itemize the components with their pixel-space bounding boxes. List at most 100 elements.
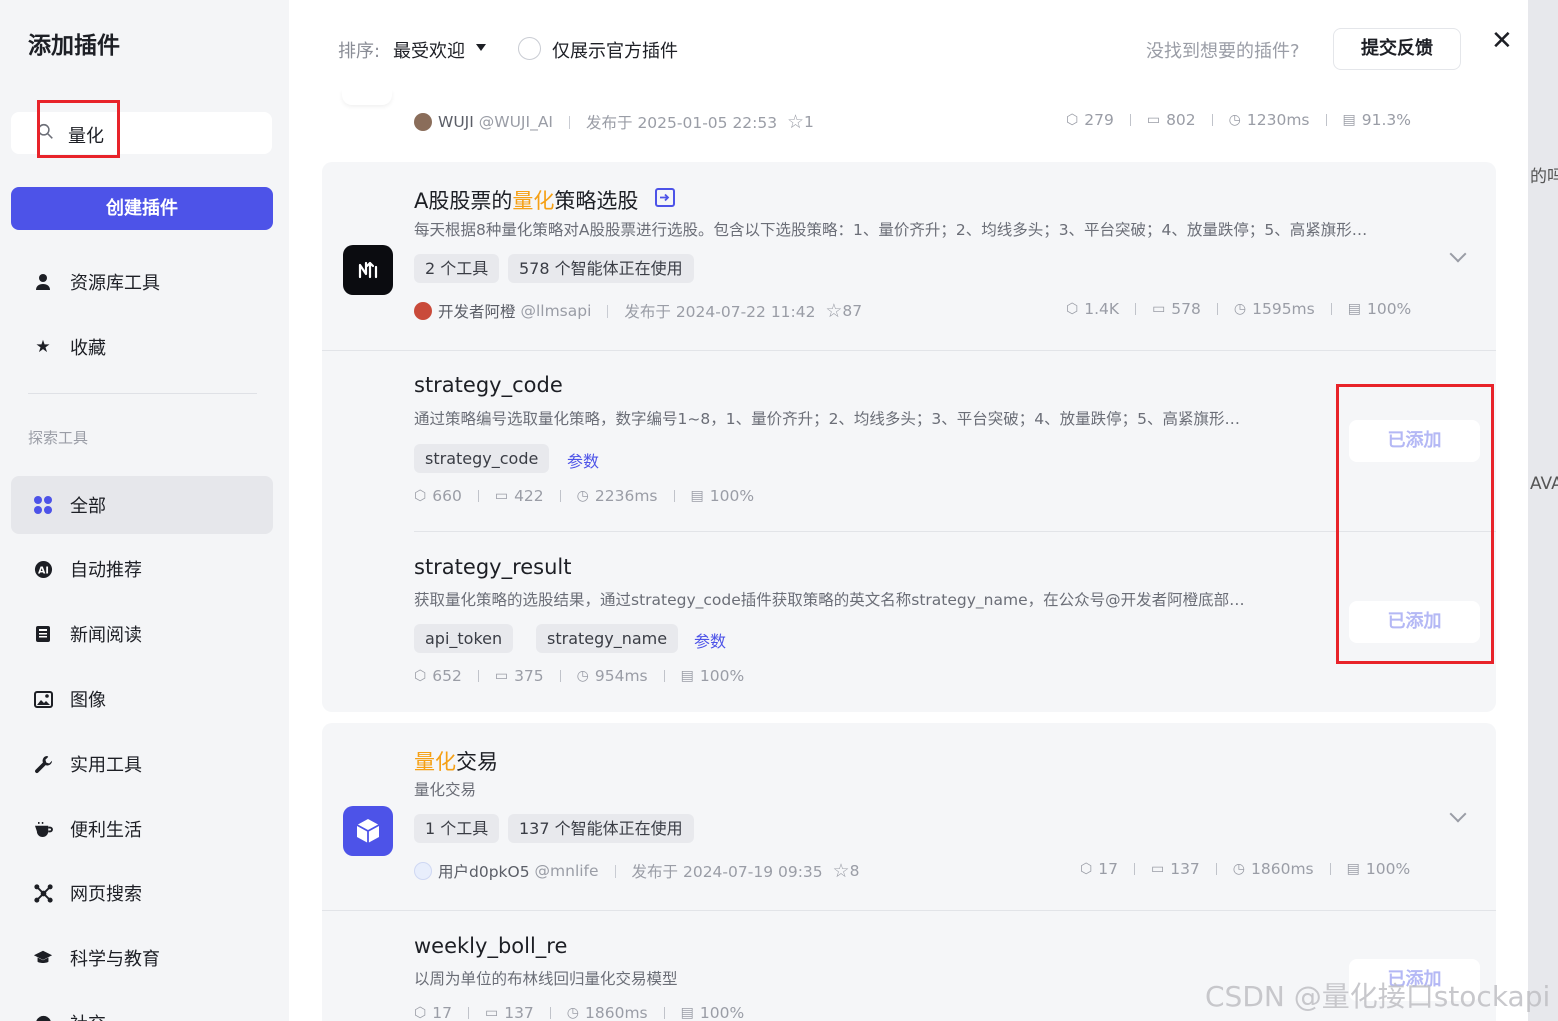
- bot-icon: ▭: [1146, 112, 1161, 128]
- author-name: 用户d0pkO5: [438, 863, 530, 881]
- divider: [414, 531, 1496, 532]
- clock-icon: ◷: [1233, 301, 1247, 317]
- sidebar-item-label: 网页搜索: [70, 884, 142, 905]
- star-icon[interactable]: ☆: [833, 860, 850, 882]
- usage-count-chip: 578 个智能体正在使用: [508, 254, 694, 283]
- clock-icon: ◷: [1232, 861, 1246, 877]
- official-only-radio[interactable]: [518, 37, 541, 60]
- stat-value: 279: [1084, 111, 1114, 129]
- sidebar-item-auto-recommend[interactable]: AI 自动推荐: [11, 540, 273, 598]
- publish-date: 发布于 2024-07-22 11:42: [624, 303, 816, 321]
- stat-value: 422: [514, 487, 544, 505]
- bot-icon: ▭: [494, 668, 509, 684]
- plugin-description: 每天根据8种量化策略对A股股票进行选股。包含以下选股策略：1、量价齐升；2、均线…: [414, 221, 1368, 239]
- sidebar-item-science-education[interactable]: 科学与教育: [11, 929, 273, 987]
- image-icon: [33, 689, 53, 709]
- sort-dropdown[interactable]: 最受欢迎: [393, 37, 465, 63]
- plugin-meta: 用户d0pkO5 @mnlife 发布于 2024-07-19 09:35 ☆ 8: [414, 860, 859, 882]
- close-icon[interactable]: ✕: [1491, 28, 1513, 54]
- divider: [322, 350, 1496, 351]
- sidebar-item-label: 图像: [70, 690, 106, 711]
- sidebar-item-image[interactable]: 图像: [11, 670, 273, 728]
- stat-value: 100%: [699, 667, 745, 685]
- sidebar-item-lifestyle[interactable]: 便利生活: [11, 800, 273, 858]
- success-rate-icon: ▤: [1346, 861, 1360, 877]
- success-rate-icon: ▤: [1347, 301, 1361, 317]
- network-icon: [33, 883, 53, 903]
- stat-value: 100%: [699, 1004, 745, 1021]
- background-text: AVA: [1530, 474, 1558, 494]
- added-button[interactable]: 已添加: [1349, 420, 1480, 462]
- stat-value: 1.4K: [1084, 300, 1120, 318]
- success-rate-icon: ▤: [690, 488, 704, 504]
- tool-stats: ⬡ 652 ▭ 375 ◷ 954ms ▤ 100%: [414, 667, 744, 685]
- clock-icon: ◷: [576, 488, 589, 504]
- wrench-icon: [33, 754, 53, 774]
- submit-feedback-button[interactable]: 提交反馈: [1333, 28, 1461, 70]
- grid-icon: [33, 495, 53, 515]
- stat-value: 802: [1166, 111, 1196, 129]
- plugin-logo: [343, 806, 393, 856]
- plugin-stats: ⬡ 17 ▭ 137 ◷ 1860ms ▤ 100%: [1080, 860, 1410, 878]
- cup-icon: [33, 819, 53, 839]
- stat-value: 100%: [1365, 860, 1411, 878]
- usage-count-chip: 137 个智能体正在使用: [508, 814, 694, 843]
- stat-value: 100%: [709, 487, 755, 505]
- success-rate-icon: ▤: [680, 668, 694, 684]
- bot-icon: ▭: [1152, 301, 1166, 317]
- plugin-title[interactable]: 量化交易: [414, 746, 498, 776]
- search-icon: [37, 123, 53, 139]
- sidebar-item-label: 资源库工具: [70, 273, 160, 294]
- stat-value: 652: [432, 667, 462, 685]
- sidebar-item-social[interactable]: 社交: [11, 994, 273, 1021]
- tool-description: 以周为单位的布林线回归量化交易模型: [414, 970, 678, 988]
- bot-icon: ▭: [484, 1005, 499, 1021]
- tool-description: 通过策略编号选取量化策略，数字编号1~8，1、量价齐升；2、均线多头；3、平台突…: [414, 410, 1241, 428]
- stat-value: 1860ms: [585, 1004, 648, 1021]
- star-icon[interactable]: ☆: [787, 111, 804, 133]
- open-link-icon[interactable]: [655, 188, 675, 207]
- sidebar-item-utilities[interactable]: 实用工具: [11, 735, 273, 793]
- plugin-logo: [343, 245, 393, 295]
- watermark-text: CSDN @量化接口stockapi: [1205, 980, 1551, 1013]
- clock-icon: ◷: [1228, 112, 1241, 128]
- star-icon[interactable]: ☆: [825, 300, 842, 322]
- sidebar-item-favorites[interactable]: ★ 收藏: [11, 318, 273, 376]
- star-count: 8: [849, 862, 860, 880]
- cube-icon: ⬡: [414, 488, 427, 504]
- tool-stats: ⬡ 660 ▭ 422 ◷ 2236ms ▤ 100%: [414, 487, 754, 505]
- stat-value: 17: [432, 1004, 452, 1021]
- stat-value: 578: [1171, 300, 1201, 318]
- official-only-label[interactable]: 仅展示官方插件: [552, 37, 678, 63]
- plugin-list-panel: WUJI @WUJI_AI 发布于 2025-01-05 22:53 ☆ 1 ⬡ 2…: [289, 0, 1528, 1021]
- plugin-meta: 开发者阿橙 @llmsapi 发布于 2024-07-22 11:42 ☆ 87: [414, 300, 862, 322]
- background-app-strip: [1528, 0, 1558, 1021]
- clock-icon: ◷: [566, 1005, 580, 1021]
- params-link[interactable]: 参数: [567, 448, 599, 472]
- title-text: A股股票的: [414, 189, 513, 213]
- sidebar-item-label: 全部: [70, 496, 106, 517]
- plugin-stats: ⬡ 279 ▭ 802 ◷ 1230ms ▤ 91.3%: [1066, 111, 1411, 129]
- dialog-title: 添加插件: [28, 33, 120, 59]
- chat-icon: [33, 1013, 53, 1021]
- sidebar-item-all[interactable]: 全部: [11, 476, 273, 534]
- stat-value: 100%: [1366, 300, 1412, 318]
- search-input[interactable]: 量化: [11, 112, 272, 154]
- added-button[interactable]: 已添加: [1349, 601, 1480, 643]
- create-plugin-button[interactable]: 创建插件: [11, 187, 273, 230]
- cube-logo-icon: [356, 819, 380, 843]
- bot-icon: ▭: [494, 488, 509, 504]
- sidebar-item-resource-tools[interactable]: 资源库工具: [11, 253, 273, 311]
- success-rate-icon: ▤: [680, 1005, 694, 1021]
- plugin-title[interactable]: A股股票的量化策略选股: [414, 185, 638, 215]
- search-value: 量化: [68, 126, 104, 147]
- stat-value: 137: [504, 1004, 534, 1021]
- sidebar-item-web-search[interactable]: 网页搜索: [11, 864, 273, 922]
- sidebar-item-news[interactable]: 新闻阅读: [11, 605, 273, 663]
- caret-down-icon[interactable]: [476, 44, 486, 51]
- newspaper-icon: [33, 624, 53, 644]
- tool-name: strategy_code: [414, 373, 563, 397]
- stat-value: 17: [1098, 860, 1118, 878]
- params-link[interactable]: 参数: [694, 628, 726, 652]
- tool-count-chip: 2 个工具: [414, 254, 500, 283]
